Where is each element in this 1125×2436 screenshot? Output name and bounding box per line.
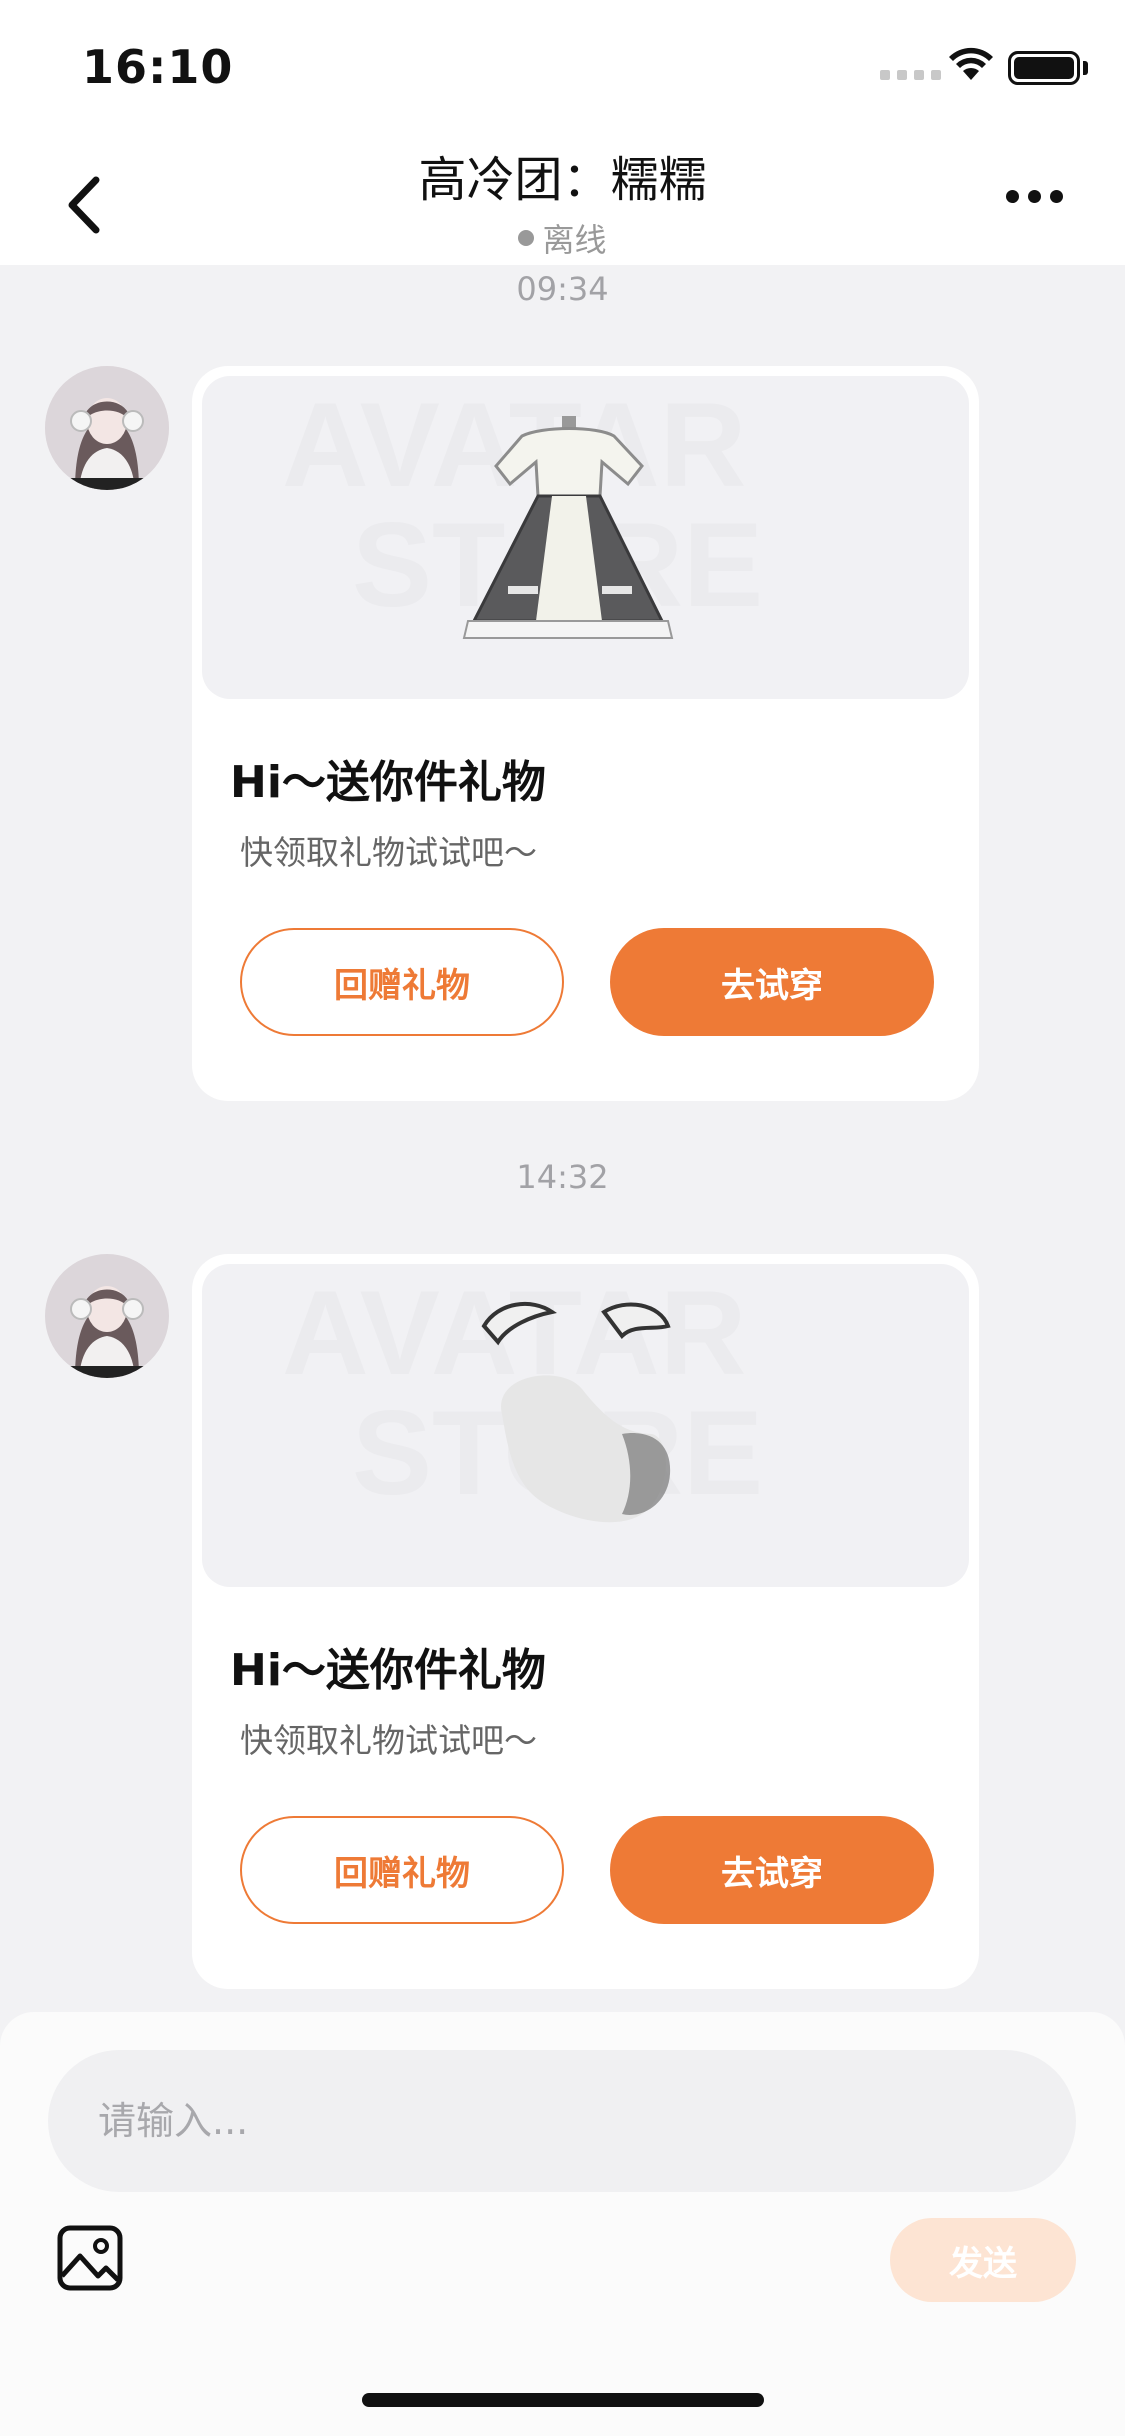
online-status: 离线: [0, 215, 1125, 261]
message-timestamp: 09:34: [516, 270, 609, 308]
gift-card-title: Hi～送你件礼物: [230, 757, 546, 808]
send-button[interactable]: 发送: [890, 2218, 1076, 2302]
chat-header: 高冷团：糯糯 离线: [0, 130, 1125, 265]
watermark-text-1: AVATAR: [282, 1266, 746, 1400]
composer: 发送: [0, 2012, 1125, 2436]
return-gift-button[interactable]: 回赠礼物: [240, 1816, 564, 1924]
gift-card-subtitle: 快领取礼物试试吧～: [240, 833, 537, 872]
gift-image: AVATAR STORE: [202, 376, 969, 699]
battery-icon: [1008, 51, 1080, 85]
status-time: 16:10: [82, 40, 234, 94]
return-gift-button[interactable]: 回赠礼物: [240, 928, 564, 1036]
offline-dot-icon: [518, 230, 535, 246]
image-picker-icon[interactable]: [56, 2224, 124, 2292]
message-input[interactable]: [48, 2050, 1076, 2192]
try-on-button[interactable]: 去试穿: [610, 928, 934, 1036]
gift-card[interactable]: AVATAR STORE Hi～送你件礼物 快领取礼物试试吧～ 回赠礼物 去试穿: [192, 1254, 979, 1989]
avatar[interactable]: [45, 366, 169, 490]
wifi-icon: [949, 47, 993, 80]
status-bar: 16:10: [0, 0, 1125, 130]
online-status-label: 离线: [542, 221, 607, 259]
gift-card-title: Hi～送你件礼物: [230, 1645, 546, 1696]
more-options-icon[interactable]: [1006, 190, 1063, 203]
avatar[interactable]: [45, 1254, 169, 1378]
chat-title: 高冷团：糯糯: [418, 152, 707, 208]
home-indicator: [362, 2393, 764, 2407]
message-timestamp: 14:32: [516, 1158, 609, 1196]
try-on-button[interactable]: 去试穿: [610, 1816, 934, 1924]
battery-tip: [1083, 61, 1088, 75]
gift-image: AVATAR STORE: [202, 1264, 969, 1587]
cellular-signal-icon: [880, 70, 941, 80]
gift-card[interactable]: AVATAR STORE Hi～送你件礼物 快领取礼物试试吧～ 回赠礼物 去试穿: [192, 366, 979, 1101]
gift-card-subtitle: 快领取礼物试试吧～: [240, 1721, 537, 1760]
